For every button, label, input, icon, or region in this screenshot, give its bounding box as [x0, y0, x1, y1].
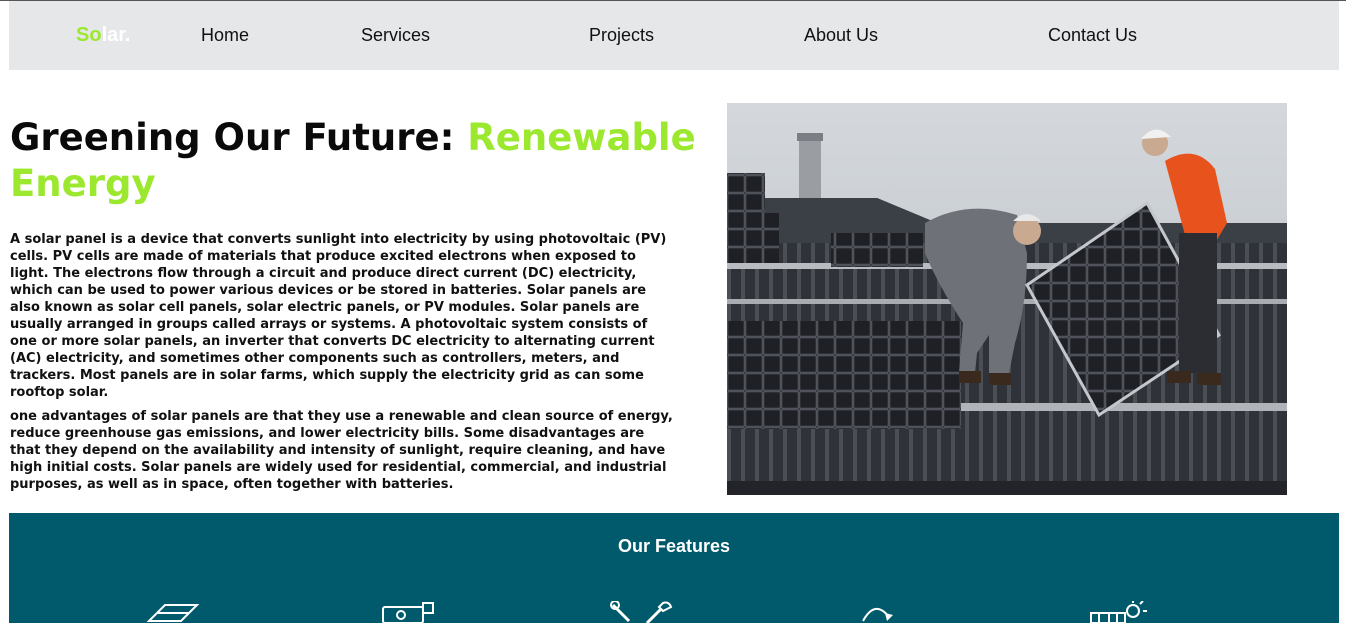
hero-title-main: Greening Our Future: — [10, 116, 468, 159]
tools-icon — [610, 601, 673, 623]
hero-image-workers-installing-solar-panels — [727, 103, 1287, 495]
logo-part-2: lar. — [101, 24, 131, 46]
nav-home[interactable]: Home — [201, 25, 249, 46]
nav-services[interactable]: Services — [361, 25, 430, 46]
battery-charger-icon — [382, 602, 434, 623]
features-section: Our Features — [9, 513, 1339, 623]
features-title: Our Features — [617, 536, 731, 556]
brand-logo[interactable]: Solar. — [76, 24, 130, 47]
hero-paragraph-2: one advantages of solar panels are that … — [10, 409, 673, 492]
hero-title: Greening Our Future: Renewable Energy — [10, 115, 710, 207]
nav-contact-us[interactable]: Contact Us — [1048, 25, 1137, 46]
solar-panel-icon — [146, 604, 200, 622]
hero-paragraph-1: A solar panel is a device that converts … — [10, 232, 667, 400]
logo-part-1: So — [76, 24, 102, 46]
nav-about-us[interactable]: About Us — [804, 25, 878, 46]
rooftop-solar-illustration — [727, 103, 1287, 495]
navbar: Solar. Home Services Projects About Us C… — [9, 1, 1339, 70]
nav-projects[interactable]: Projects — [589, 25, 654, 46]
sun-cycle-icon — [862, 608, 893, 622]
rooftop-solar-icon — [1090, 601, 1147, 623]
